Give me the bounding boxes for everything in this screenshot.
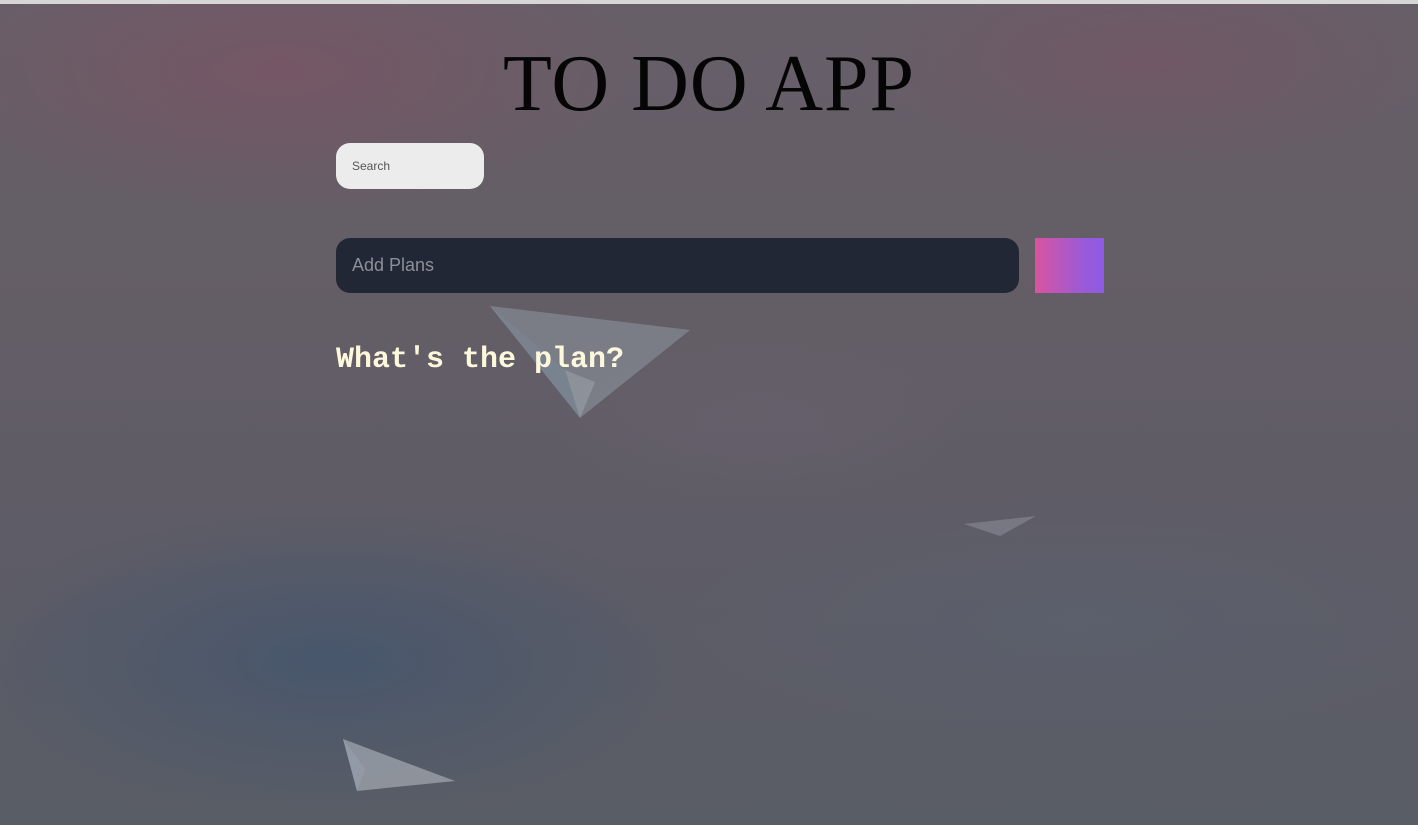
plan-list-heading: What's the plan? (336, 343, 625, 377)
add-plan-button[interactable] (1035, 238, 1104, 293)
browser-top-border (0, 0, 1418, 4)
add-plan-input[interactable] (336, 238, 1019, 293)
paper-plane-icon (964, 516, 1036, 536)
app-title: TO DO APP (502, 40, 916, 128)
search-input[interactable] (336, 143, 484, 189)
paper-plane-icon (343, 739, 455, 791)
